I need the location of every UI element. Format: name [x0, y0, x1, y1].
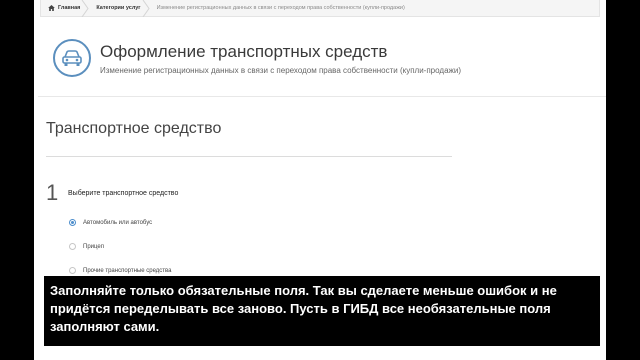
- step-question: Выберите транспортное средство: [68, 190, 179, 197]
- page-subtitle: Изменение регистрационных данных в связи…: [100, 66, 461, 75]
- caption-text: Заполняйте только обязательные поля. Так…: [50, 283, 557, 334]
- subtitle-caption: Заполняйте только обязательные поля. Так…: [44, 276, 600, 346]
- breadcrumb: Главная Категории услуг Изменение регист…: [40, 0, 600, 17]
- option-car-or-bus[interactable]: Автомобиль или автобус: [69, 219, 152, 226]
- car-icon: [53, 39, 91, 77]
- option-label: Автомобиль или автобус: [83, 219, 153, 226]
- car-glyph: [62, 50, 82, 66]
- divider: [38, 96, 606, 97]
- radio-button-checked[interactable]: [69, 219, 76, 226]
- breadcrumb-home-label: Главная: [58, 5, 81, 11]
- option-label: Прочие транспортные средства: [83, 267, 172, 274]
- page-title: Оформление транспортных средств: [100, 42, 388, 61]
- section-title: Транспортное средство: [46, 120, 222, 137]
- breadcrumb-current: Изменение регистрационных данных в связи…: [150, 0, 414, 16]
- home-icon: [48, 5, 55, 11]
- option-trailer[interactable]: Прицеп: [69, 243, 104, 250]
- breadcrumb-home[interactable]: Главная: [41, 0, 89, 17]
- option-other-vehicles[interactable]: Прочие транспортные средства: [69, 267, 172, 274]
- option-label: Прицеп: [83, 243, 104, 250]
- breadcrumb-categories-label: Категории услуг: [96, 5, 141, 11]
- breadcrumb-current-label: Изменение регистрационных данных в связи…: [156, 5, 405, 11]
- breadcrumb-separator: [81, 0, 89, 17]
- breadcrumb-separator: [142, 0, 150, 17]
- section-divider: [46, 156, 452, 157]
- breadcrumb-categories[interactable]: Категории услуг: [89, 0, 150, 17]
- radio-button[interactable]: [69, 267, 76, 274]
- radio-button[interactable]: [69, 243, 76, 250]
- step-number: 1: [46, 180, 59, 205]
